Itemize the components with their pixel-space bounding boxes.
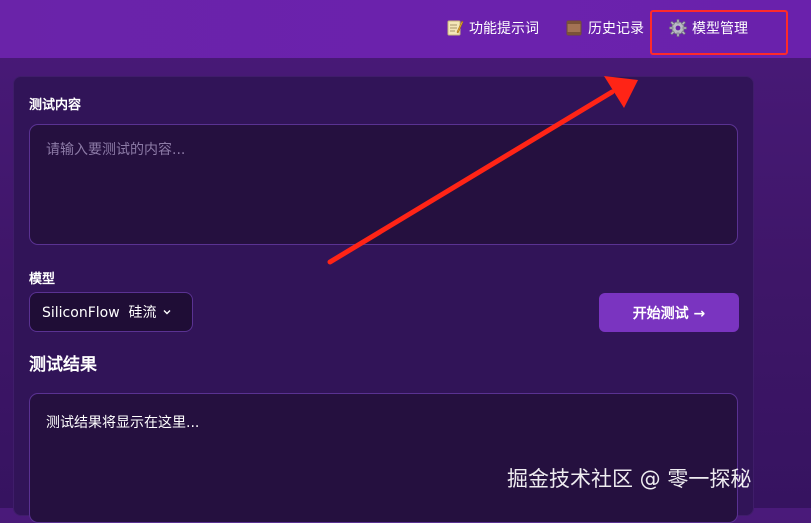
model-select[interactable]: SiliconFlow 硅流 — [29, 292, 193, 332]
result-heading: 测试结果 — [29, 355, 97, 375]
nav-history-link[interactable]: 历史记录 — [565, 16, 644, 40]
result-output: 测试结果将显示在这里... — [29, 393, 738, 523]
model-label: 模型 — [29, 272, 56, 287]
scroll-icon — [566, 20, 582, 36]
nav-prompts-label: 功能提示词 — [469, 21, 539, 37]
watermark: 掘金技术社区 @ 零一探秘 — [507, 467, 752, 491]
nav-prompts-link[interactable]: 功能提示词 — [446, 16, 539, 40]
model-select-value: SiliconFlow 硅流 — [42, 305, 157, 321]
start-test-button[interactable]: 开始测试 → — [599, 293, 739, 332]
result-placeholder: 测试结果将显示在这里... — [46, 415, 200, 431]
memo-icon — [447, 20, 464, 36]
chevron-down-icon — [163, 310, 171, 315]
content-label: 测试内容 — [29, 98, 82, 113]
models-highlight-box — [650, 10, 788, 55]
nav-history-label: 历史记录 — [588, 21, 644, 37]
content-input[interactable] — [29, 124, 738, 245]
